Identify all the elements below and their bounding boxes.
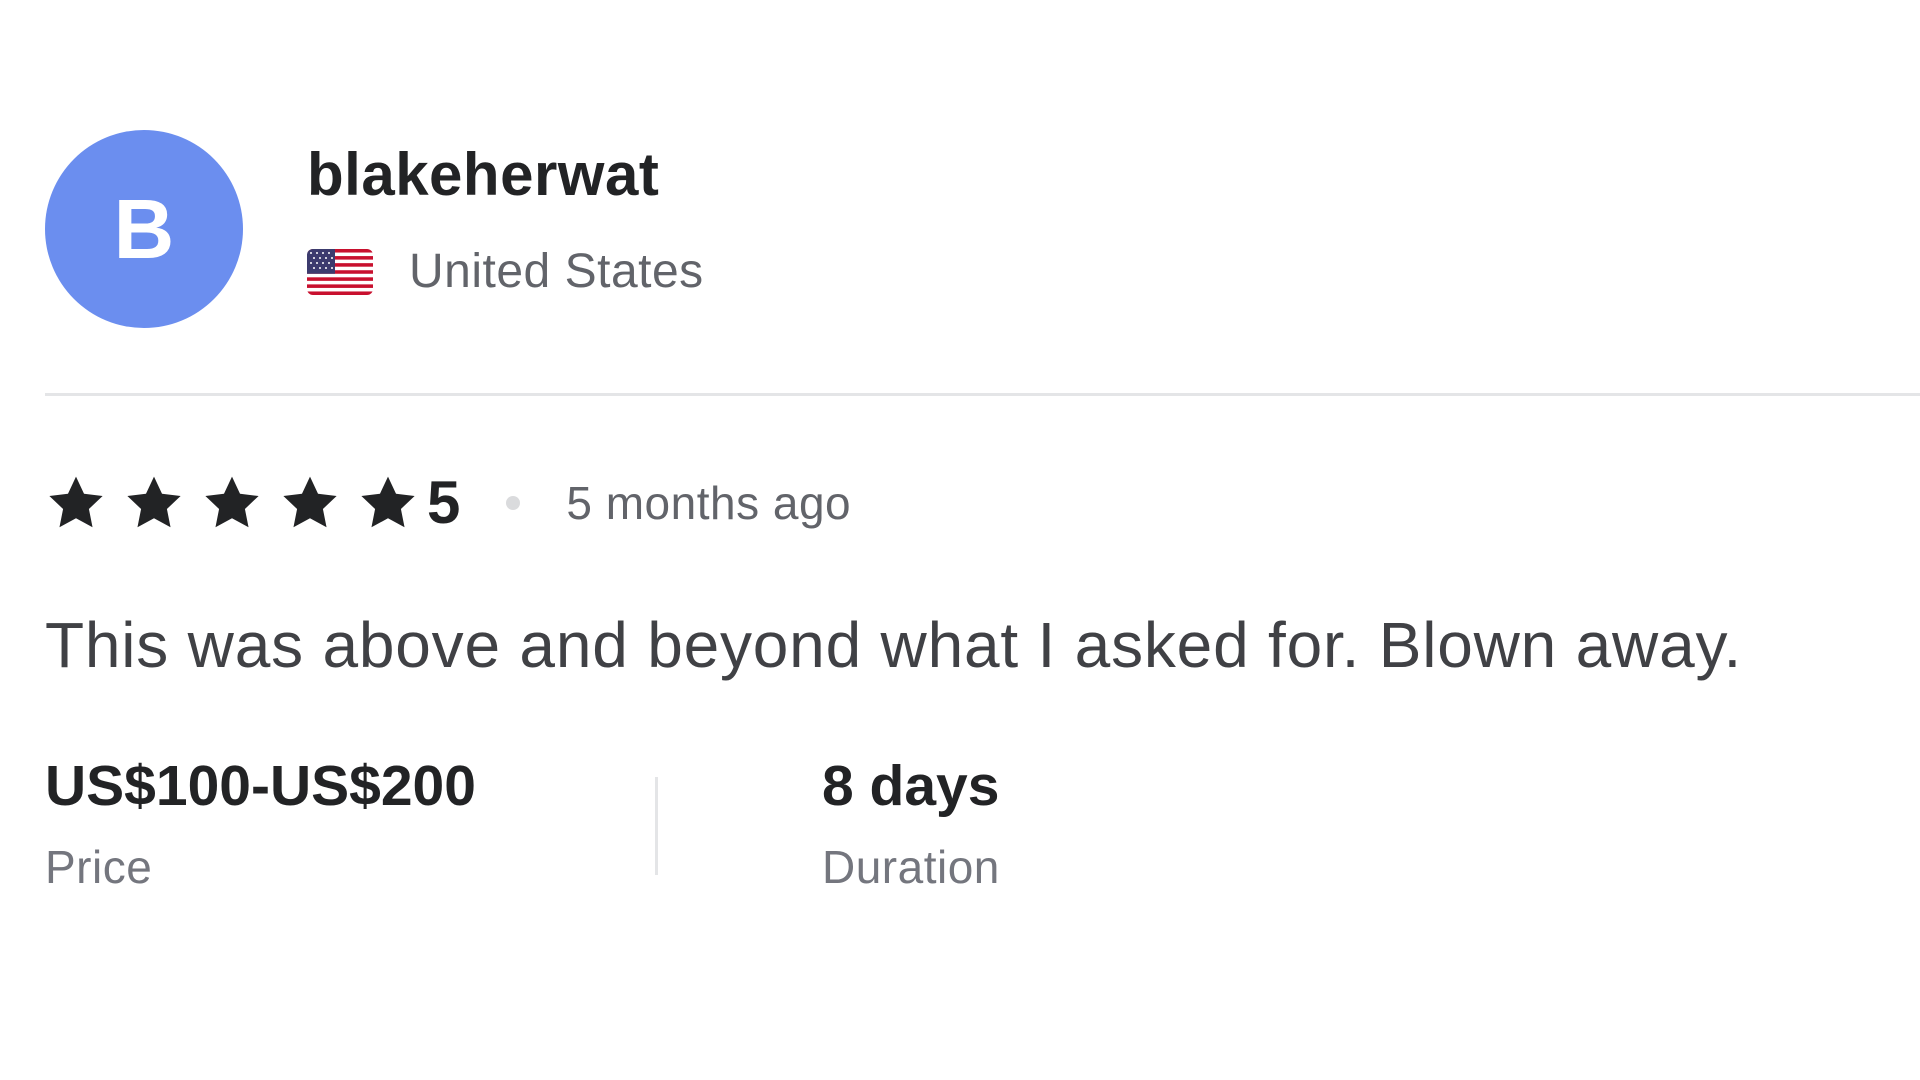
us-flag-icon [307,249,373,295]
reviewer-username[interactable]: blakeherwat [307,142,704,208]
review-text: This was above and beyond what I asked f… [45,609,1743,681]
star-icon [283,476,337,528]
price-label: Price [45,840,153,893]
section-divider [45,393,1920,396]
review-details: US$100-US$200 Price 8 days Duration [45,755,1000,890]
duration-label: Duration [822,840,1000,893]
rating-row: 5 5 months ago [45,470,851,536]
duration-value: 8 days [822,754,1000,818]
star-icon [205,476,259,528]
review-time: 5 months ago [566,477,852,529]
reviewer-header: B blakeherwat United States [45,130,704,328]
reviewer-country: United States [409,245,704,298]
star-icon [49,476,103,528]
reviewer-identity: blakeherwat United States [307,130,704,296]
separator-dot [506,496,521,510]
star-icon [127,476,181,528]
reviewer-country-row: United States [307,248,704,296]
rating-value: 5 [427,469,461,536]
avatar[interactable]: B [45,130,243,328]
avatar-initial: B [113,182,175,276]
star-icon [361,476,415,528]
details-divider [655,777,658,875]
duration-block: 8 days Duration [822,755,1000,890]
price-block: US$100-US$200 Price [45,755,655,890]
price-value: US$100-US$200 [45,754,476,818]
star-rating [45,472,427,534]
review-card: B blakeherwat United States 5 5 months a… [0,0,1920,1080]
